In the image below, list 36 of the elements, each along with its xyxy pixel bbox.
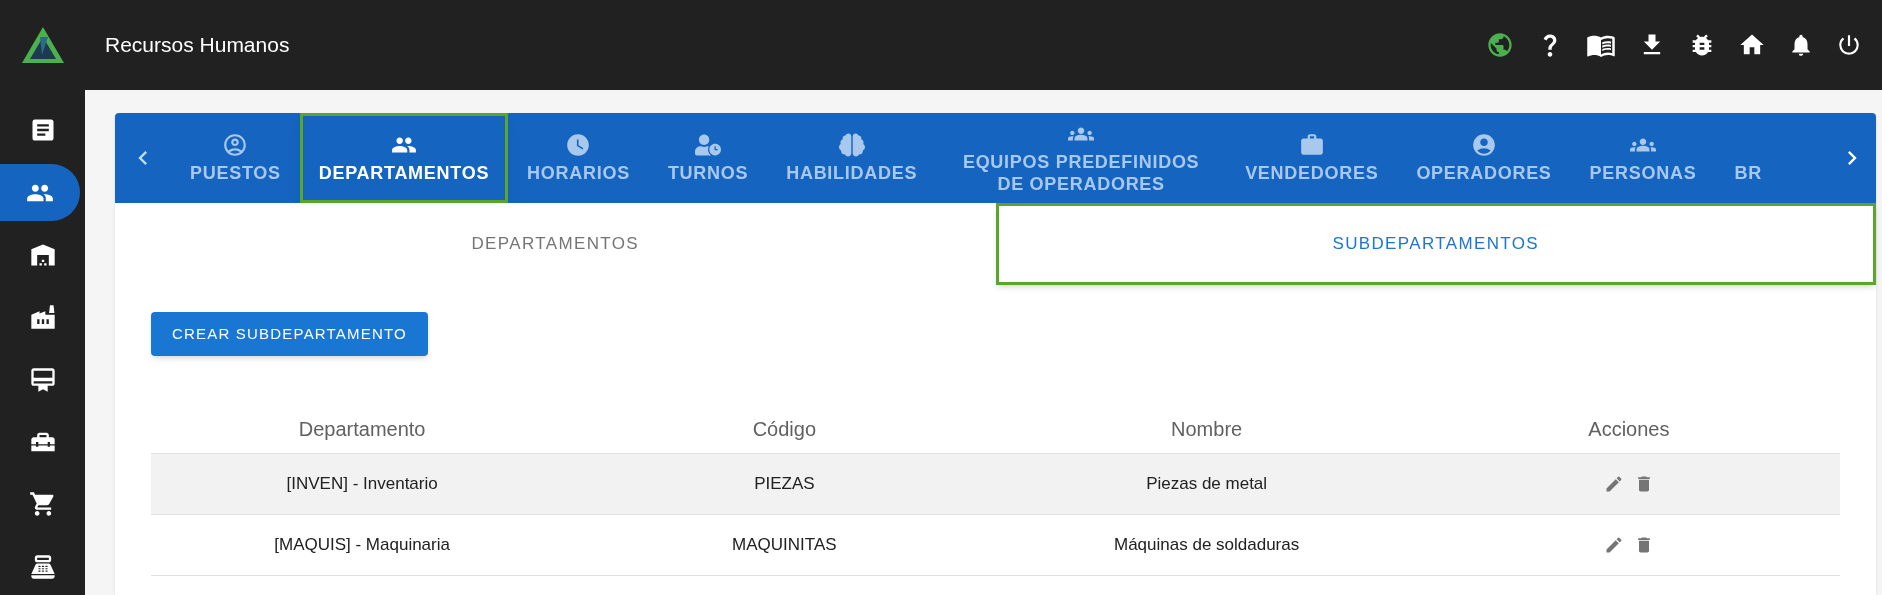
create-button[interactable]: CREAR SUBDEPARTAMENTO [151,312,428,356]
clock-icon [565,132,592,158]
certificate-icon [28,365,57,394]
tab[interactable]: TURNOS [648,113,768,203]
table-row[interactable]: [INVEN] - Inventario PIEZAS Piezas de metal [151,454,1840,515]
tab[interactable]: OPERADORES [1397,113,1571,203]
tab[interactable]: PERSONAS [1570,113,1716,203]
factory-icon [28,303,57,332]
logo-icon [19,25,66,65]
tab[interactable]: EQUIPOS PREDEFINIDOS DE OPERADORES [936,113,1227,203]
table-cell-text: Piezas de metal [1146,473,1268,496]
table-cell-text: PIEZAS [754,473,815,496]
tab[interactable]: VENDEDORES [1226,113,1398,203]
tab[interactable]: DEPARTAMENTOS [299,113,509,203]
subtab[interactable]: DEPARTAMENTOS [115,203,996,285]
briefcase-icon [1298,132,1325,158]
brain-icon [838,132,865,158]
column-header: Nombre [1171,416,1243,442]
subtab[interactable]: SUBDEPARTAMENTOS [995,203,1876,285]
power-icon[interactable] [1836,32,1862,58]
app-title: Recursos Humanos [105,32,290,59]
tab[interactable]: PUESTOS [171,113,300,203]
table-cell-text: [INVEN] - Inventario [286,473,438,496]
table-cell-text: [MAQUIS] - Maquinaria [274,534,450,557]
globe-icon[interactable] [1486,31,1514,59]
table-cell-text: Máquinas de soldaduras [1114,534,1300,557]
table-cell-text: MAQUINITAS [732,534,837,557]
person-clock-icon [695,132,722,158]
tab[interactable]: BR [1715,113,1781,203]
tab[interactable]: HORARIOS [508,113,649,203]
cash-register-icon [28,552,57,581]
tab[interactable]: HABILIDADES [767,113,937,203]
column-header: Departamento [298,416,426,442]
column-header: Acciones [1588,416,1670,442]
sidebar-item[interactable] [0,164,80,221]
column-header: Código [752,416,817,442]
